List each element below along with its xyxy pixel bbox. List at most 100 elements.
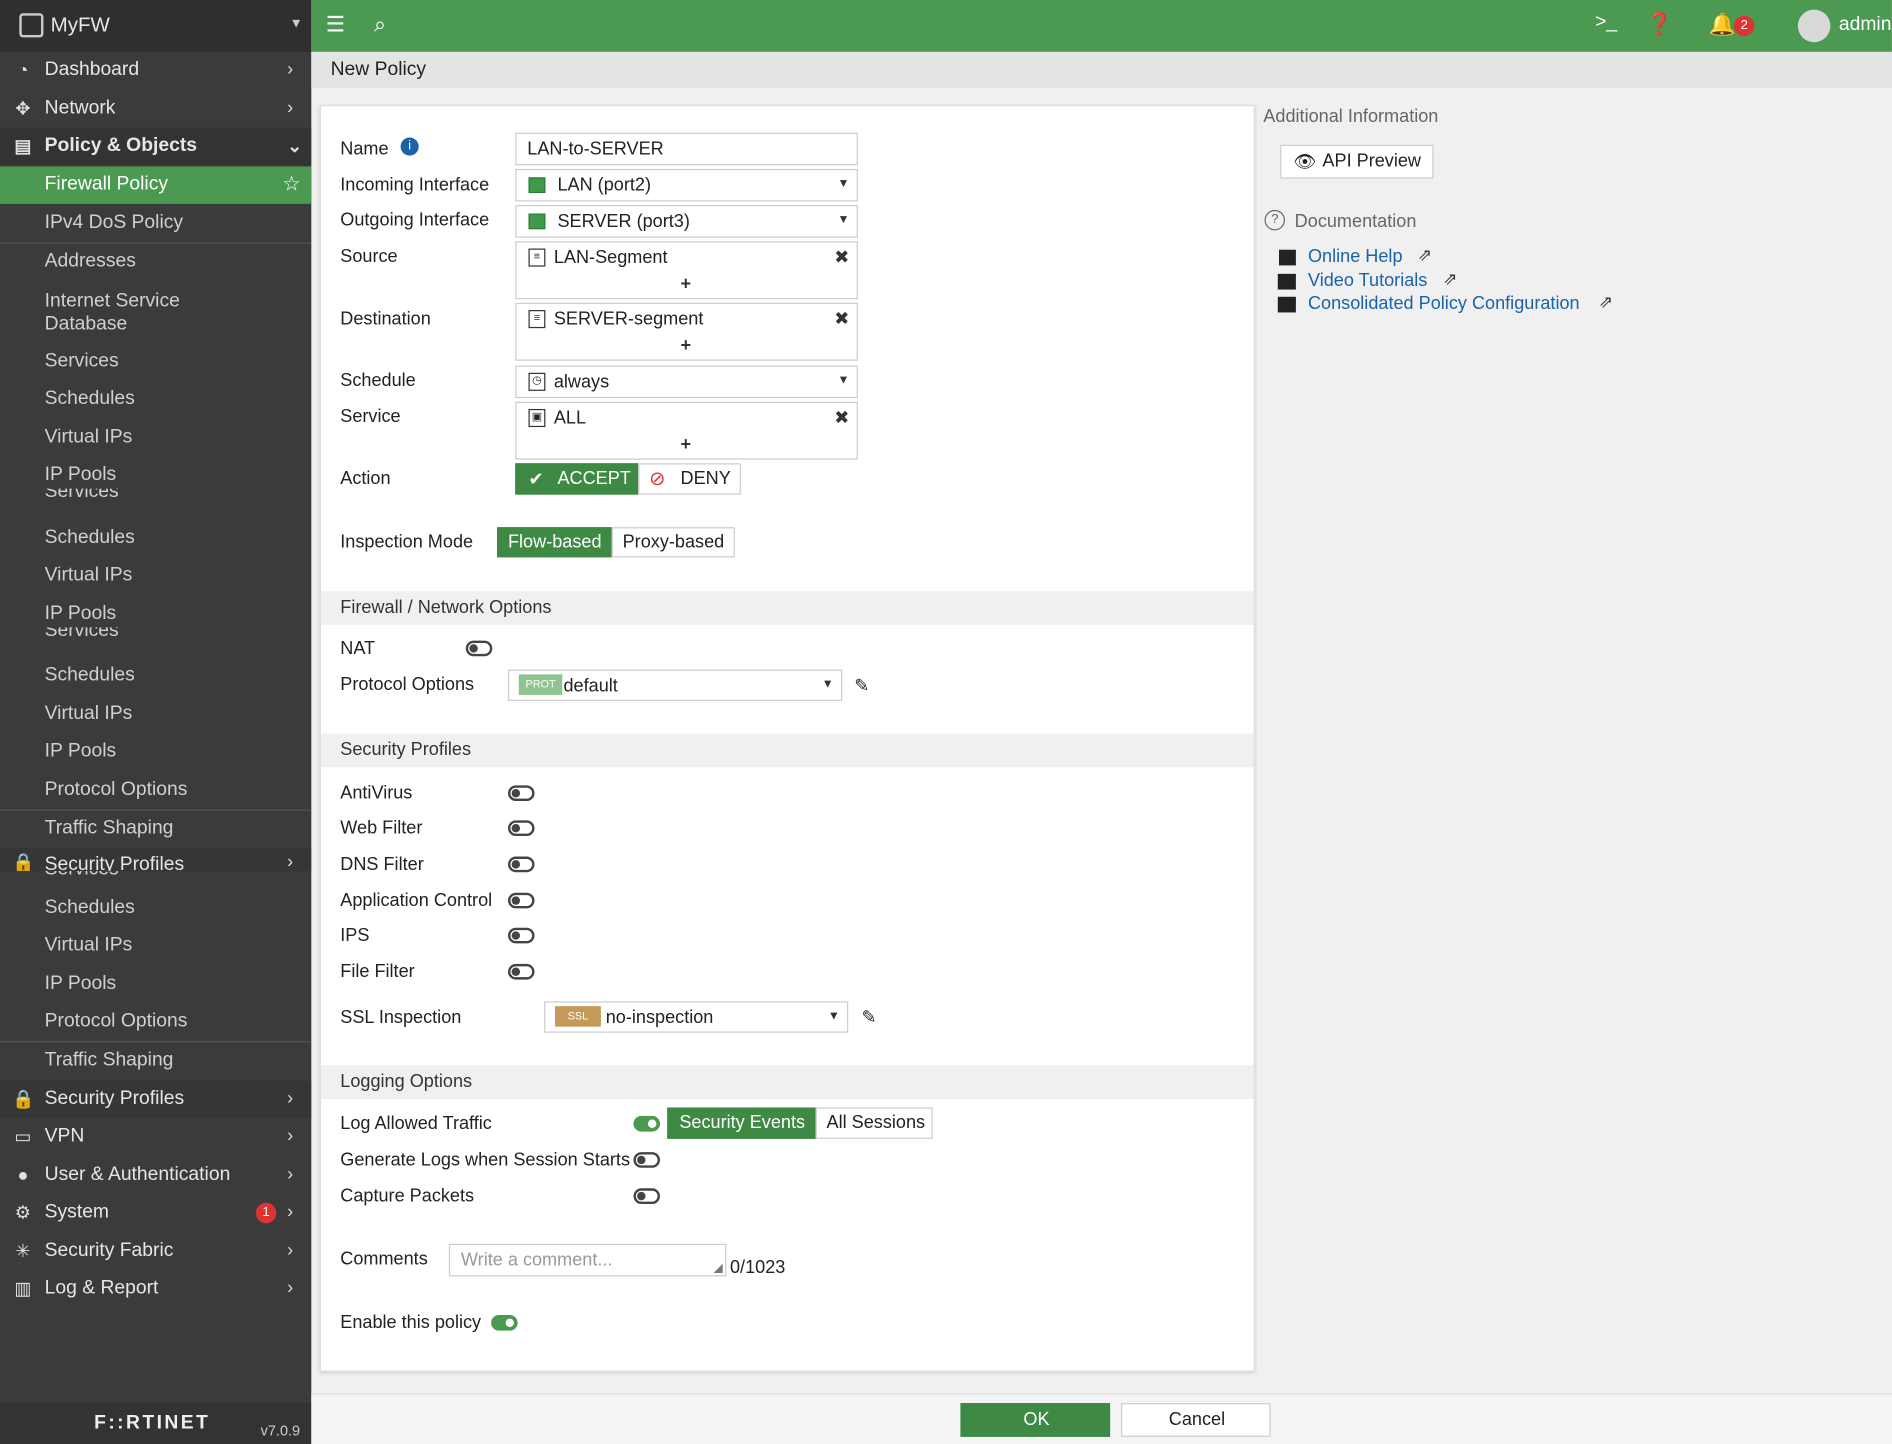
sidebar-item-schedules[interactable]: Schedules — [0, 520, 311, 557]
ok-label: OK — [1023, 1409, 1050, 1430]
search-icon[interactable]: ⌕ — [374, 12, 386, 37]
application-control-toggle[interactable] — [507, 892, 535, 909]
sidebar-item-addresses[interactable]: Addresses — [0, 244, 311, 281]
nat-label: NAT — [340, 638, 376, 659]
sidebar-item-ip-pools[interactable]: IP Pools — [0, 733, 311, 770]
online-help-link[interactable]: Online Help — [1308, 246, 1403, 267]
api-preview-button[interactable]: 👁 API Preview — [1280, 144, 1434, 179]
dns-filter-toggle[interactable] — [507, 856, 535, 873]
sidebar-item-security-profiles[interactable]: 🔒 Security Profiles › — [0, 848, 312, 872]
sidebar-item-schedules[interactable]: Schedules — [0, 657, 311, 694]
sidebar-item-virtual-ips[interactable]: Virtual IPs — [0, 696, 311, 733]
ssl-inspection-select[interactable]: SSL no-inspection ▼ — [544, 1001, 849, 1033]
sidebar-item-services[interactable]: Services — [0, 871, 311, 890]
log-allowed-traffic-toggle[interactable] — [633, 1115, 661, 1132]
add-icon[interactable]: + — [681, 335, 692, 356]
ips-toggle[interactable] — [507, 927, 535, 944]
avatar[interactable] — [1797, 9, 1831, 43]
sidebar-item-network[interactable]: ✥ Network › — [0, 90, 311, 127]
proxy-based-button[interactable]: Proxy-based — [611, 527, 735, 558]
sidebar-item-system[interactable]: ⚙ System 1 › — [0, 1194, 311, 1231]
sidebar-item-policy-objects[interactable]: ▤ Policy & Objects ⌄ — [0, 127, 312, 166]
firewall-network-options-header: Firewall / Network Options — [320, 591, 1254, 625]
comment-counter: 0/1023 — [729, 1257, 786, 1278]
name-input[interactable]: LAN-to-SERVER — [515, 132, 858, 166]
source-field[interactable]: ≡ LAN-Segment ✖ + — [515, 241, 858, 300]
enable-policy-toggle[interactable] — [491, 1314, 518, 1331]
bell-icon[interactable]: 🔔 — [1709, 12, 1736, 37]
sidebar-item-services[interactable]: Services — [0, 627, 311, 658]
sidebar-item-security-fabric[interactable]: ✳ Security Fabric › — [0, 1233, 311, 1270]
nat-toggle[interactable] — [465, 640, 493, 657]
proxy-based-label: Proxy-based — [622, 532, 725, 553]
source-value: LAN-Segment — [553, 247, 668, 268]
edit-pencil-icon[interactable]: ✎ — [854, 674, 869, 697]
protocol-options-select[interactable]: PROT default ▼ — [507, 669, 843, 701]
remove-icon[interactable]: ✖ — [834, 308, 849, 330]
sidebar-item-protocol-options[interactable]: Protocol Options — [0, 772, 311, 809]
star-icon[interactable]: ☆ — [282, 173, 300, 197]
web-filter-toggle[interactable] — [507, 820, 535, 837]
info-icon[interactable]: i — [400, 137, 419, 156]
edit-pencil-icon[interactable]: ✎ — [862, 1006, 877, 1028]
application-control-label: Application Control — [340, 890, 493, 911]
menu-icon[interactable]: ☰ — [326, 12, 345, 37]
schedule-icon: ◷ — [528, 372, 546, 391]
sidebar-item-traffic-shaping[interactable]: Traffic Shaping — [0, 1042, 311, 1079]
top-bar: ☰ ⌕ >_ ❓ 🔔 2 admin — [311, 0, 1892, 52]
chevron-right-icon: › — [287, 1201, 294, 1223]
sidebar-item-label: IP Pools — [44, 740, 117, 762]
cli-console-icon[interactable]: >_ — [1595, 12, 1617, 34]
sidebar-item-traffic-shaping[interactable]: Traffic Shaping — [0, 811, 311, 848]
sidebar-item-virtual-ips[interactable]: Virtual IPs — [0, 420, 311, 457]
capture-packets-toggle[interactable] — [633, 1188, 661, 1204]
sidebar-item-ipv4-dos-policy[interactable]: IPv4 DoS Policy — [0, 205, 311, 242]
cancel-button[interactable]: Cancel — [1120, 1403, 1271, 1437]
accept-button[interactable]: ✔ ACCEPT — [515, 463, 639, 495]
remove-icon[interactable]: ✖ — [834, 407, 849, 429]
destination-field[interactable]: ≡ SERVER-segment ✖ + — [515, 302, 858, 361]
add-icon[interactable]: + — [681, 274, 692, 295]
video-tutorials-link[interactable]: Video Tutorials — [1308, 270, 1427, 291]
antivirus-toggle[interactable] — [507, 785, 535, 802]
sidebar-item-services[interactable]: Services — [0, 344, 311, 381]
consolidated-policy-link[interactable]: Consolidated Policy Configuration — [1308, 293, 1580, 314]
service-value: ALL — [553, 407, 587, 429]
outgoing-interface-select[interactable]: SERVER (port3) ▼ — [515, 205, 858, 238]
flow-based-button[interactable]: Flow-based — [497, 527, 612, 558]
resize-handle-icon[interactable]: ◢ — [713, 1262, 722, 1275]
help-icon[interactable]: ❓ — [1646, 12, 1673, 37]
file-filter-toggle[interactable] — [507, 963, 535, 980]
remove-icon[interactable]: ✖ — [834, 246, 849, 268]
add-icon[interactable]: + — [681, 434, 692, 455]
sidebar-item-vpn[interactable]: ▭ VPN › — [0, 1118, 311, 1155]
destination-label: Destination — [340, 308, 431, 330]
sidebar-item-virtual-ips[interactable]: Virtual IPs — [0, 557, 311, 594]
sidebar-item-ip-pools[interactable]: IP Pools — [0, 966, 311, 1003]
sidebar-item-user-authentication[interactable]: ● User & Authentication › — [0, 1157, 311, 1194]
sidebar-item-log-report[interactable]: ▥ Log & Report › — [0, 1270, 311, 1307]
sidebar-item-schedules[interactable]: Schedules — [0, 381, 311, 418]
sidebar-item-dashboard[interactable]: ◔ Dashboard › — [0, 52, 311, 89]
comments-textarea[interactable]: Write a comment... ◢ — [448, 1243, 727, 1277]
service-field[interactable]: ▣ ALL ✖ + — [515, 401, 858, 460]
sidebar-item-firewall-policy[interactable]: Firewall Policy ☆ — [0, 166, 312, 204]
security-events-button[interactable]: Security Events — [667, 1107, 816, 1139]
incoming-interface-select[interactable]: LAN (port2) ▼ — [515, 168, 858, 202]
sidebar-item-services[interactable]: Services — [0, 489, 311, 520]
sidebar-item-ip-pools[interactable]: IP Pools — [0, 596, 311, 627]
sidebar-item-protocol-options[interactable]: Protocol Options — [0, 1004, 311, 1041]
sidebar-item-security-profiles[interactable]: 🔒 Security Profiles › — [0, 1080, 312, 1119]
schedule-select[interactable]: ◷ always ▼ — [515, 365, 858, 399]
sidebar-item-virtual-ips[interactable]: Virtual IPs — [0, 928, 311, 965]
sidebar-item-schedules[interactable]: Schedules — [0, 890, 311, 927]
sidebar-item-internet-service-database[interactable]: Internet Service Database — [0, 282, 311, 342]
all-sessions-button[interactable]: All Sessions — [815, 1107, 933, 1139]
user-name[interactable]: admin — [1839, 14, 1892, 36]
dashboard-icon: ◔ — [17, 60, 29, 81]
generate-logs-toggle[interactable] — [633, 1152, 661, 1168]
ok-button[interactable]: OK — [960, 1403, 1111, 1437]
sidebar-header[interactable]: MyFW ▼ — [0, 0, 312, 52]
sidebar-item-ip-pools[interactable]: IP Pools — [0, 457, 311, 488]
deny-button[interactable]: ⊘ DENY — [638, 463, 741, 495]
